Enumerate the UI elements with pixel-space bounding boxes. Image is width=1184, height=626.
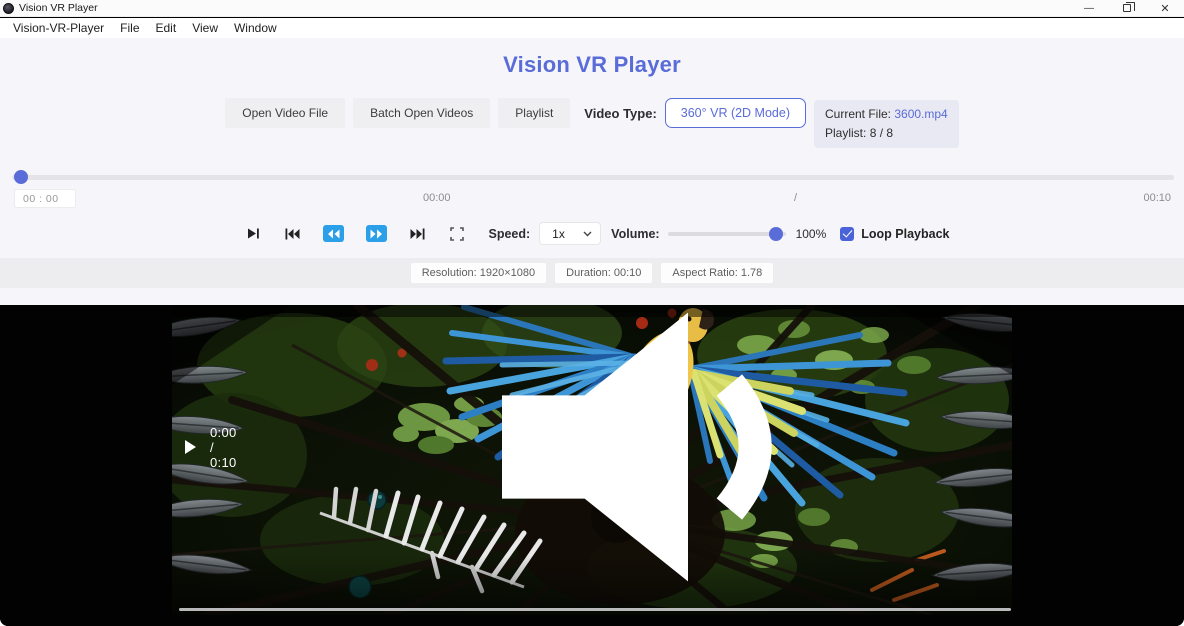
menu-file[interactable]: File [112,20,147,36]
titlebar: Vision VR Player — ✕ [0,0,1184,17]
close-button[interactable]: ✕ [1146,0,1184,17]
maximize-button[interactable] [1108,0,1146,17]
fast-forward-icon [370,229,383,239]
aspect-ratio-badge: Aspect Ratio: 1.78 [661,263,773,283]
seek-slider[interactable] [12,170,1174,184]
volume-thumb[interactable] [769,227,783,241]
speed-dropdown[interactable]: 1x [539,222,601,245]
duration-badge: Duration: 00:10 [555,263,652,283]
video-zone: 0:00 / 0:10 [0,305,1184,626]
fast-rewind-icon [327,229,340,239]
app-window: Vision VR Player — ✕ Vision-VR-Player Fi… [0,0,1184,626]
player-play-icon[interactable] [185,440,196,454]
video-type-mode-button[interactable]: 360° VR (2D Mode) [665,98,806,128]
video-info-band: Resolution: 1920×1080 Duration: 00:10 As… [0,258,1184,288]
titlebar-left: Vision VR Player [0,2,98,14]
window-title: Vision VR Player [19,2,98,14]
batch-open-videos-button[interactable]: Batch Open Videos [353,98,490,128]
play-skip-icon [247,227,260,240]
current-time-label: 00:00 [423,192,451,204]
close-icon: ✕ [1160,2,1169,15]
speed-value: 1x [552,227,565,241]
resolution-badge: Resolution: 1920×1080 [411,263,546,283]
chevron-down-icon [583,231,592,237]
loop-playback-label: Loop Playback [861,227,949,241]
time-row: 00:00 / 00:10 [0,189,1184,209]
file-info-box: Current File: 3600.mp4 Playlist: 8 / 8 [814,100,959,148]
menu-window[interactable]: Window [226,20,285,36]
restore-icon [1123,4,1131,12]
open-video-file-button[interactable]: Open Video File [225,98,345,128]
volume-track[interactable] [668,232,786,236]
player-time-display: 0:00 / 0:10 [210,425,237,470]
seek-track[interactable] [12,175,1174,180]
loop-playback-checkbox[interactable] [840,227,854,241]
current-file-value: 3600.mp4 [894,107,947,121]
embedded-player-controls: 0:00 / 0:10 [172,305,1012,602]
fullscreen-icon [450,227,464,241]
playlist-button[interactable]: Playlist [498,98,570,128]
time-separator: / [794,192,797,204]
player-right-controls [237,305,1012,602]
page-title: Vision VR Player [0,52,1184,78]
control-panel: Vision VR Player Open Video File Batch O… [0,38,1184,305]
fast-forward-button[interactable] [366,225,387,242]
minimize-icon: — [1084,3,1094,14]
playlist-status-value: 8 / 8 [870,126,893,140]
speed-label: Speed: [488,227,530,241]
playback-controls: Speed: 1x Volume: 100% Loop Playback [0,222,1184,245]
fullscreen-button[interactable] [449,226,464,241]
volume-slider[interactable] [668,227,786,241]
time-input[interactable] [14,189,76,208]
play-button[interactable] [246,226,261,241]
menu-edit[interactable]: Edit [148,20,185,36]
toolbar: Open Video File Batch Open Videos Playli… [0,98,1184,148]
video-frame[interactable]: 0:00 / 0:10 [172,305,1012,615]
window-controls: — ✕ [1070,0,1184,16]
menubar: Vision-VR-Player File Edit View Window [0,18,1184,38]
seek-thumb[interactable] [14,170,28,184]
total-time-label: 00:10 [1143,192,1171,204]
next-file-button[interactable] [410,226,425,241]
current-file-line: Current File: 3600.mp4 [825,105,948,124]
playlist-status-label: Playlist: [825,126,870,140]
volume-label: Volume: [611,227,659,241]
minimize-button[interactable]: — [1070,0,1108,17]
player-progress-bar[interactable] [179,608,1011,612]
rewind-button[interactable] [323,225,344,242]
playlist-status-line: Playlist: 8 / 8 [825,124,948,143]
skip-previous-icon [285,228,300,240]
menu-vision-vr-player[interactable]: Vision-VR-Player [5,20,112,36]
previous-file-button[interactable] [285,226,300,241]
app-logo-icon [3,3,14,14]
player-volume-icon[interactable] [237,305,1012,602]
volume-value: 100% [796,227,827,241]
skip-next-icon [410,228,425,240]
video-type-label: Video Type: [584,98,656,130]
current-file-label: Current File: [825,107,894,121]
menu-view[interactable]: View [184,20,226,36]
